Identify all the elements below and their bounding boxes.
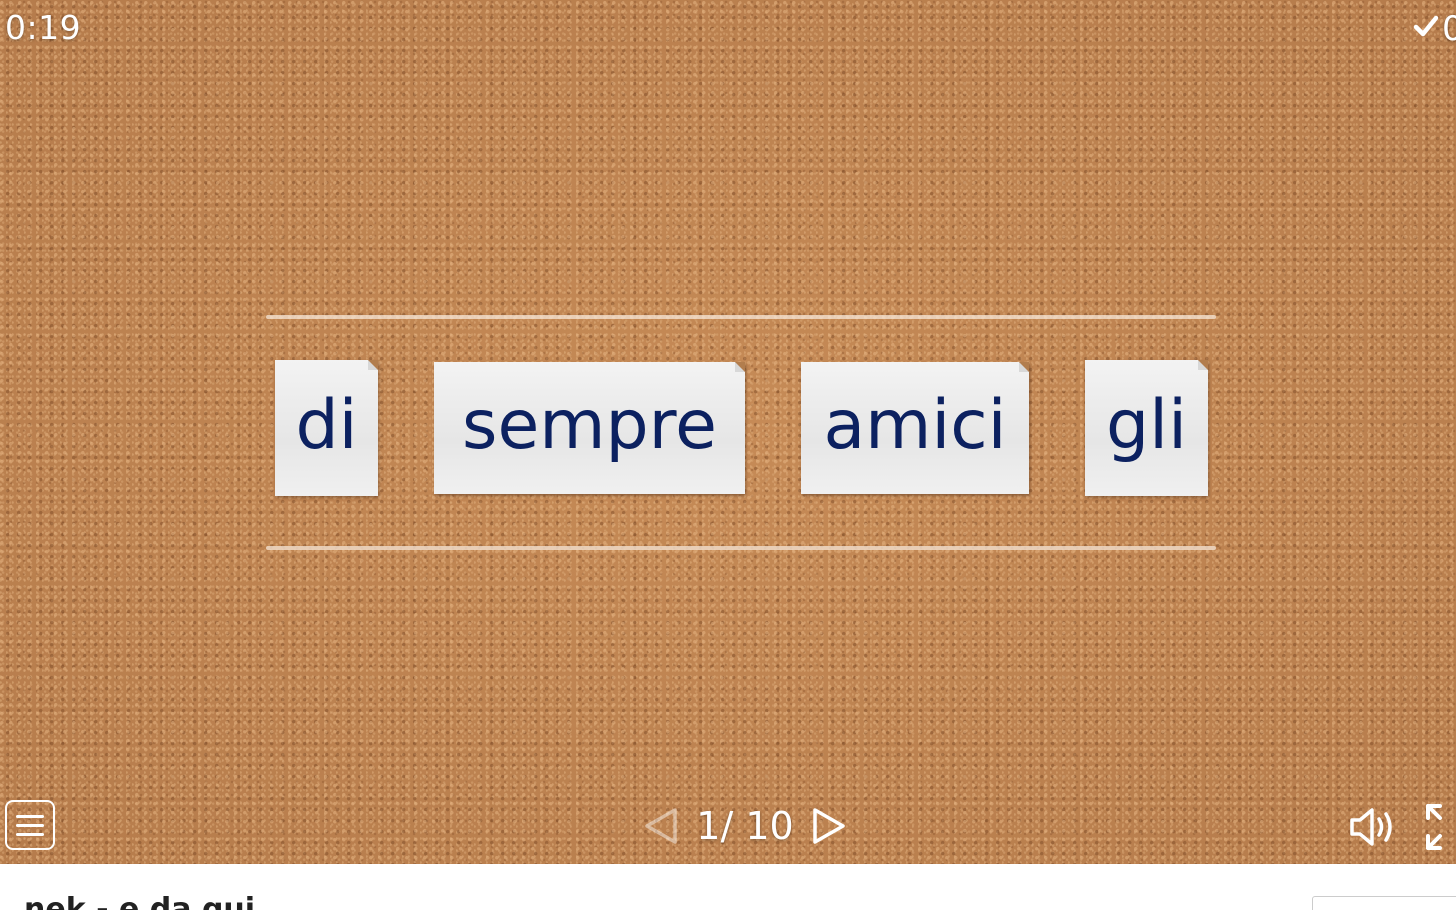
next-button[interactable] xyxy=(808,805,850,847)
fullscreen-icon xyxy=(1426,804,1442,850)
score-indicator: 0 xyxy=(1412,12,1456,46)
prev-button[interactable] xyxy=(640,805,682,847)
fullscreen-button[interactable] xyxy=(1424,802,1456,852)
activity-info: nek - e da qui xyxy=(0,864,1456,910)
menu-icon-line xyxy=(16,823,44,827)
sound-button[interactable] xyxy=(1348,804,1400,850)
menu-icon-line xyxy=(16,832,44,836)
sentence-line-bottom xyxy=(266,546,1216,550)
word-card[interactable]: sempre xyxy=(434,362,745,494)
word-card[interactable]: di xyxy=(275,360,378,496)
word-card[interactable]: gli xyxy=(1085,360,1208,496)
arrow-right-icon xyxy=(812,808,845,844)
timer: 0:19 xyxy=(5,8,82,47)
activity-title: nek - e da qui xyxy=(24,892,256,910)
menu-icon-line xyxy=(16,814,44,818)
arrow-left-icon xyxy=(645,808,678,844)
check-icon xyxy=(1412,12,1440,46)
speaker-icon xyxy=(1350,808,1392,846)
page-indicator: 1/ 10 xyxy=(696,804,794,848)
side-control[interactable] xyxy=(1312,896,1456,910)
sentence-line-top xyxy=(266,315,1216,319)
pagination: 1/ 10 xyxy=(630,802,860,850)
score-count: 0 xyxy=(1442,12,1456,46)
menu-button[interactable] xyxy=(5,800,55,850)
game-board: 0:19 0 di sempre amici gli 1/ 10 xyxy=(0,0,1456,864)
word-card[interactable]: amici xyxy=(801,362,1029,494)
